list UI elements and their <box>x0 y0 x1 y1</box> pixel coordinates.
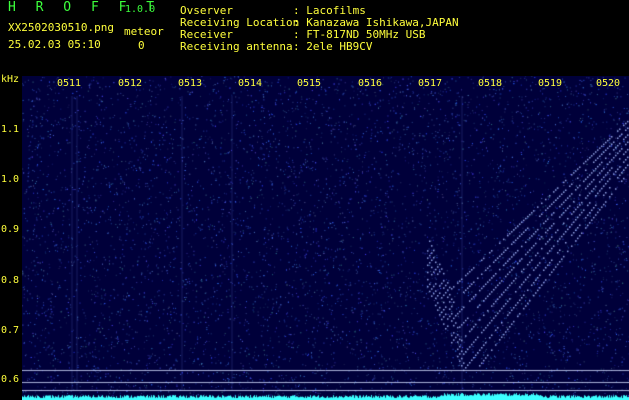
file-datetime: 25.02.03 05:10 <box>8 38 101 51</box>
frequency-tick-label: 0.7 <box>1 325 20 336</box>
time-tick-label: 0514 <box>238 78 263 89</box>
frequency-axis <box>0 72 22 400</box>
time-tick-label: 0512 <box>118 78 143 89</box>
time-tick-label: 0519 <box>538 78 563 89</box>
time-tick-label: 0511 <box>57 78 82 89</box>
header-panel: H R O F F T 1.0.0 XX2502030510.png meteo… <box>0 0 629 72</box>
spectrogram-canvas <box>22 76 629 400</box>
time-tick-label: 0520 <box>596 78 621 89</box>
time-tick-label: 0516 <box>358 78 383 89</box>
frequency-tick-label: 0.6 <box>1 374 20 385</box>
axis-unit-label: kHz <box>1 74 20 85</box>
file-name: XX2502030510.png <box>8 21 114 34</box>
frequency-tick-label: 0.8 <box>1 275 20 286</box>
frequency-tick-label: 0.9 <box>1 224 20 235</box>
frequency-tick-label: 1.1 <box>1 124 20 135</box>
meteor-count: 0 <box>138 39 145 52</box>
antenna-value: : 2ele HB9CV <box>293 40 373 53</box>
antenna-label: Receiving antenna <box>180 40 293 53</box>
time-tick-label: 0515 <box>297 78 322 89</box>
app-version: 1.0.0 <box>125 4 156 15</box>
meteor-label: meteor <box>124 25 164 38</box>
frequency-tick-label: 1.0 <box>1 174 20 185</box>
time-tick-label: 0517 <box>418 78 443 89</box>
time-tick-label: 0518 <box>478 78 503 89</box>
time-tick-label: 0513 <box>178 78 203 89</box>
